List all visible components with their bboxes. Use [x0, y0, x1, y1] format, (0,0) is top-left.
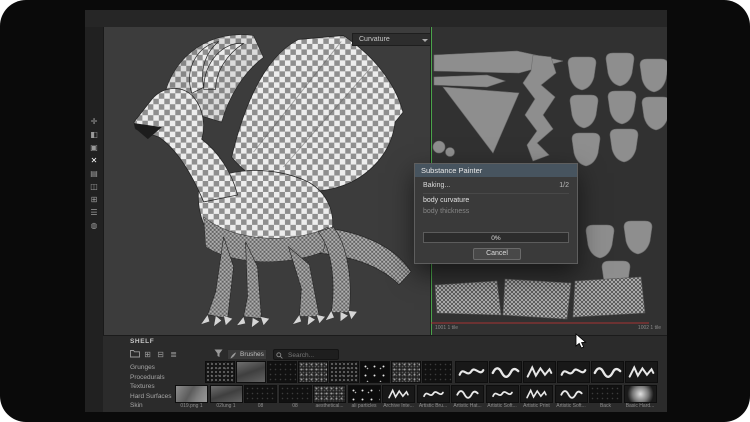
shelf-item[interactable]: Artistic Hat... [451, 385, 484, 409]
shelf-thumb-row-1b [455, 361, 658, 383]
mouse-cursor [575, 333, 587, 349]
paint-tool-icon[interactable]: ✛ [85, 115, 103, 128]
polygon-fill-tool-icon[interactable]: ✕ [85, 154, 103, 167]
add-icon[interactable]: ⊞ [142, 349, 153, 360]
remove-icon[interactable]: ⊟ [155, 349, 166, 360]
shelf-item[interactable]: ali particles [348, 385, 381, 409]
texture-thumb[interactable] [298, 361, 328, 383]
shelf-item[interactable]: Basic Hard... [624, 385, 657, 409]
brushes-filter-chip[interactable]: Brushes [227, 349, 267, 360]
brush-thumb[interactable] [591, 361, 624, 383]
texture-thumb[interactable] [236, 361, 266, 383]
category-procedurals[interactable]: Procedurals [130, 373, 200, 383]
device-frame: ✛ ◧ ▣ ✕ ▤ ◫ ⊞ ☰ ◍ [0, 0, 750, 422]
brush-thumb[interactable] [557, 361, 590, 383]
shelf-item[interactable]: Archive Inte... [382, 385, 415, 409]
shelf-item[interactable]: Artistic Bru... [417, 385, 450, 409]
projection-tool-icon[interactable]: ▣ [85, 141, 103, 154]
texture-thumb[interactable] [391, 361, 421, 383]
category-grunges[interactable]: Grunges [130, 363, 200, 373]
baking-status-row: Baking... 1/2 [423, 182, 569, 194]
viewport-3d[interactable]: Curvature [104, 27, 430, 335]
shelf-item[interactable]: Artistic Soft... [486, 385, 519, 409]
shelf-item[interactable]: Back [589, 385, 622, 409]
brush-thumb[interactable] [523, 361, 556, 383]
shelf-item[interactable]: 08 [279, 385, 312, 409]
baking-current-item: body curvature [423, 197, 469, 204]
uv-tile-label-left: 1001 1 tile [435, 325, 458, 331]
texture-thumb[interactable] [422, 361, 452, 383]
quick-mask-tool-icon[interactable]: ☰ [85, 206, 103, 219]
symmetry-tool-icon[interactable]: ◍ [85, 219, 103, 232]
texture-thumb[interactable] [205, 361, 235, 383]
shelf-item[interactable]: Artistic Soft... [555, 385, 588, 409]
smudge-tool-icon[interactable]: ▤ [85, 167, 103, 180]
shelf-title: SHELF [130, 338, 154, 345]
channel-dropdown[interactable]: Curvature [352, 33, 430, 46]
left-tool-dock: ✛ ◧ ▣ ✕ ▤ ◫ ⊞ ☰ ◍ [85, 27, 104, 412]
search-icon [276, 352, 283, 359]
search-box [273, 349, 339, 360]
shelf-item[interactable]: Artistic Print [520, 385, 553, 409]
dialog-title: Substance Painter [421, 166, 482, 175]
texture-thumb[interactable] [267, 361, 297, 383]
uv-tile-label-right: 1002 1 tile [638, 325, 661, 331]
material-picker-tool-icon[interactable]: ⊞ [85, 193, 103, 206]
list-view-icon[interactable]: ≣ [168, 349, 179, 360]
channel-dropdown-label: Curvature [359, 36, 390, 43]
folder-icon[interactable] [129, 349, 140, 360]
baking-progress-bar: 0% [423, 232, 569, 243]
eraser-tool-icon[interactable]: ◧ [85, 128, 103, 141]
texture-thumb[interactable] [329, 361, 359, 383]
shelf-item[interactable]: aesthetical... [313, 385, 346, 409]
brush-thumb[interactable] [489, 361, 522, 383]
cancel-button[interactable]: Cancel [473, 248, 521, 260]
brush-thumb[interactable] [455, 361, 488, 383]
top-menu-bar [85, 10, 667, 28]
brush-icon [230, 352, 237, 359]
shelf-item[interactable]: 02lung 1 [210, 385, 243, 409]
brushes-filter-label: Brushes [240, 351, 264, 358]
dialog-titlebar[interactable]: Substance Painter [415, 164, 577, 177]
shelf-item[interactable]: 019.png 1 [175, 385, 208, 409]
brush-thumb[interactable] [625, 361, 658, 383]
shelf-toolbar: ⊞ ⊟ ≣ Brushes [103, 348, 667, 361]
shelf-thumb-row-2: 019.png 1 02lung 1 08 08 aesthetical... … [175, 385, 657, 409]
baking-counter: 1/2 [559, 182, 569, 189]
dragon-model [104, 27, 430, 335]
texture-thumb[interactable] [360, 361, 390, 383]
baking-queued-item: body thickness [423, 208, 469, 215]
baking-status: Baking... [423, 182, 450, 193]
baking-dialog: Substance Painter Baking... 1/2 body cur… [414, 163, 578, 264]
search-input[interactable] [286, 350, 340, 361]
substance-painter-window: ✛ ◧ ▣ ✕ ▤ ◫ ⊞ ☰ ◍ [85, 10, 667, 412]
filter-icon[interactable] [213, 349, 224, 360]
shelf-item[interactable]: 08 [244, 385, 277, 409]
chevron-down-icon [422, 39, 428, 42]
shelf-thumb-row-1 [205, 361, 452, 383]
clone-tool-icon[interactable]: ◫ [85, 180, 103, 193]
